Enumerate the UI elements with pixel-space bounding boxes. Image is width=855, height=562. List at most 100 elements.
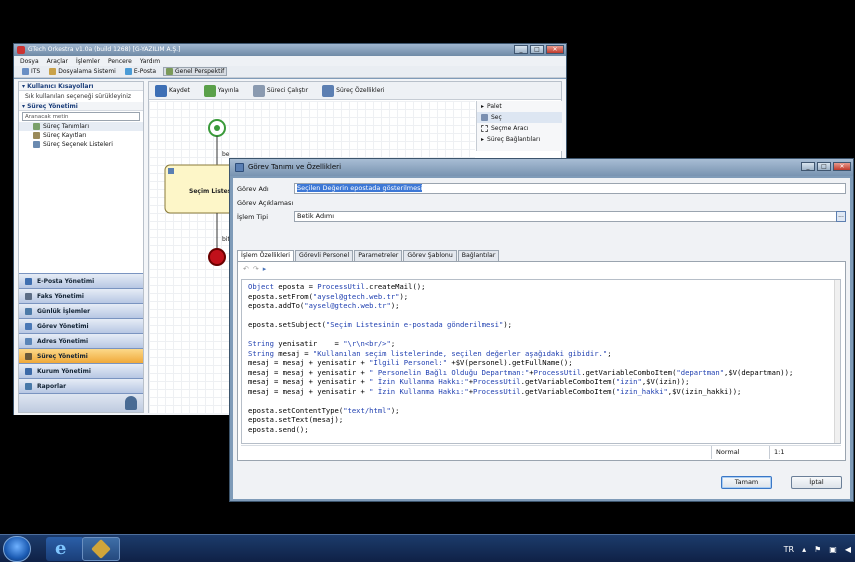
browse-button[interactable]: ... <box>836 211 846 222</box>
network-icon[interactable]: ▣ <box>829 545 837 554</box>
palette-title: Palet <box>487 103 502 110</box>
palette-header[interactable]: ▸ Palet <box>477 101 562 112</box>
tree-node-icon <box>33 141 40 148</box>
ie-taskbar-button[interactable]: e <box>46 537 84 561</box>
nav-task-management[interactable]: Görev Yönetimi <box>19 318 143 333</box>
tab-assigned-personnel[interactable]: Görevli Personel <box>295 250 354 261</box>
code-toolbar: ↶ ↷ ▸ <box>238 262 845 276</box>
name-row: Görev Adı Seçilen Değerin epostada göste… <box>236 183 846 194</box>
dialog-close-button[interactable]: ✕ <box>833 162 851 171</box>
palette-marquee-tool[interactable]: Seçme Aracı <box>477 123 562 134</box>
process-properties-label: Süreç Özellikleri <box>336 87 385 94</box>
ok-button[interactable]: Tamam <box>721 476 772 489</box>
editor-status-row: Normal 1:1 <box>241 445 841 459</box>
menu-pencere[interactable]: Pencere <box>108 58 132 65</box>
dialog-minimize-button[interactable]: _ <box>801 162 815 171</box>
nav-institution-management[interactable]: Kurum Yönetimi <box>19 363 143 378</box>
its-label: ITS <box>31 68 41 75</box>
tab-task-template[interactable]: Görev Şablonu <box>403 250 457 261</box>
shortcuts-hint: Sık kullanılan seçeneği sürükleyiniz <box>25 93 132 100</box>
tree-item-process-definitions[interactable]: Süreç Tanımları <box>19 122 143 131</box>
nav-label: Süreç Yönetimi <box>37 352 88 360</box>
general-perspective-label: Genel Perspektif <box>175 68 225 75</box>
script-editor[interactable]: Object eposta = ProcessUtil.createMail()… <box>241 279 841 444</box>
code-scrollbar[interactable] <box>834 280 840 443</box>
menu-islemler[interactable]: İşlemler <box>76 58 100 65</box>
show-hidden-icons[interactable]: ▴ <box>802 545 806 554</box>
start-button[interactable] <box>3 536 31 562</box>
perspective-toolbar: ITS Dosyalama Sistemi E-Posta Genel Pers… <box>14 66 566 78</box>
maximize-button[interactable]: □ <box>530 45 544 54</box>
task-user-icon <box>168 168 174 174</box>
run-process-label: Süreci Çalıştır <box>266 87 309 94</box>
end-event[interactable] <box>208 248 226 266</box>
operation-properties-panel: ↶ ↷ ▸ Object eposta = ProcessUtil.create… <box>237 261 846 461</box>
cancel-button[interactable]: İptal <box>791 476 842 489</box>
nav-process-management[interactable]: Süreç Yönetimi <box>19 348 143 363</box>
action-center-icon[interactable]: ⚑ <box>814 545 821 554</box>
tree-item-option-lists[interactable]: Süreç Seçenek Listeleri <box>19 140 143 149</box>
app-icon <box>17 46 25 54</box>
process-header[interactable]: ▾ Süreç Yönetimi <box>19 102 143 111</box>
process-properties-button[interactable]: Süreç Özellikleri <box>320 84 386 97</box>
nav-address-management[interactable]: Adres Yönetimi <box>19 333 143 348</box>
name-field[interactable]: Seçilen Değerin epostada gösterilmesi <box>294 183 846 194</box>
type-value: Betik Adımı <box>297 212 335 220</box>
language-indicator[interactable]: TR <box>784 545 794 554</box>
run-process-button[interactable]: Süreci Çalıştır <box>251 84 310 97</box>
code-line: eposta.setSubject("Seçim Listesinin e-po… <box>248 320 512 329</box>
its-button[interactable]: ITS <box>20 68 42 75</box>
general-perspective-button[interactable]: Genel Perspektif <box>163 67 228 76</box>
email-icon <box>25 277 32 285</box>
nav-fax-management[interactable]: Faks Yönetimi <box>19 288 143 303</box>
undo-icon[interactable]: ↶ <box>243 265 249 273</box>
palette-section-connections[interactable]: ▸ Süreç Bağlantıları <box>477 134 562 145</box>
palette-select-tool[interactable]: Seç <box>477 112 562 123</box>
nav-label: Günlük İşlemler <box>37 307 91 315</box>
system-tray: TR ▴ ⚑ ▣ ◀ <box>784 535 851 562</box>
building-icon <box>25 367 32 375</box>
code-line: mesaj = mesaj + yenisatir + " Personelin… <box>248 367 794 377</box>
user-icon[interactable] <box>125 396 137 410</box>
menu-dosya[interactable]: Dosya <box>20 58 39 65</box>
publish-button[interactable]: Yayınla <box>202 84 241 97</box>
search-input[interactable]: Aranacak metin <box>22 112 140 121</box>
nav-email-management[interactable]: E-Posta Yönetimi <box>19 273 143 288</box>
process-icon <box>25 352 32 360</box>
palette-item-label: Seç <box>491 114 502 121</box>
tab-parameters[interactable]: Parametreler <box>354 250 403 261</box>
close-button[interactable]: ✕ <box>546 45 564 54</box>
menu-yardim[interactable]: Yardım <box>140 58 160 65</box>
type-row: İşlem Tipi Betik Adımı ... <box>236 211 846 222</box>
description-field[interactable] <box>294 197 846 208</box>
shortcuts-header[interactable]: ▾ Kullanıcı Kısayolları <box>19 82 143 91</box>
status-spacer <box>241 446 711 459</box>
redo-icon[interactable]: ↷ <box>253 265 259 273</box>
tree-item-label: Süreç Kayıtları <box>43 132 87 139</box>
run-script-icon[interactable]: ▸ <box>263 265 267 273</box>
minimize-button[interactable]: _ <box>514 45 528 54</box>
code-line: eposta.setContentType("text/html"); <box>248 405 400 415</box>
volume-icon[interactable]: ◀ <box>845 545 851 554</box>
nav-reports[interactable]: Raporlar <box>19 378 143 393</box>
menu-araclar[interactable]: Araçlar <box>47 58 68 65</box>
dialog-title: Görev Tanımı ve Özellikleri <box>248 163 342 171</box>
dialog-maximize-button[interactable]: □ <box>817 162 831 171</box>
shortcuts-header-label: Kullanıcı Kısayolları <box>27 83 94 90</box>
filing-system-button[interactable]: Dosyalama Sistemi <box>47 68 118 75</box>
filing-system-label: Dosyalama Sistemi <box>58 68 116 75</box>
nav-daily-operations[interactable]: Günlük İşlemler <box>19 303 143 318</box>
type-field[interactable]: Betik Adımı ... <box>294 211 846 222</box>
its-icon <box>22 68 29 75</box>
orkestra-taskbar-button[interactable] <box>82 537 120 561</box>
email-button[interactable]: E-Posta <box>123 68 158 75</box>
run-icon <box>252 84 265 97</box>
properties-icon <box>322 84 335 97</box>
tab-connections[interactable]: Bağlantılar <box>457 250 500 261</box>
tree-item-process-records[interactable]: Süreç Kayıtları <box>19 131 143 140</box>
code-line: String mesaj = "Kullanılan seçim listele… <box>248 348 612 358</box>
save-button[interactable]: Kaydet <box>153 84 192 97</box>
nav-label: Adres Yönetimi <box>37 337 89 345</box>
palette: ▸ Palet Seç Seçme Aracı ▸ Süreç Bağlantı… <box>476 101 562 151</box>
